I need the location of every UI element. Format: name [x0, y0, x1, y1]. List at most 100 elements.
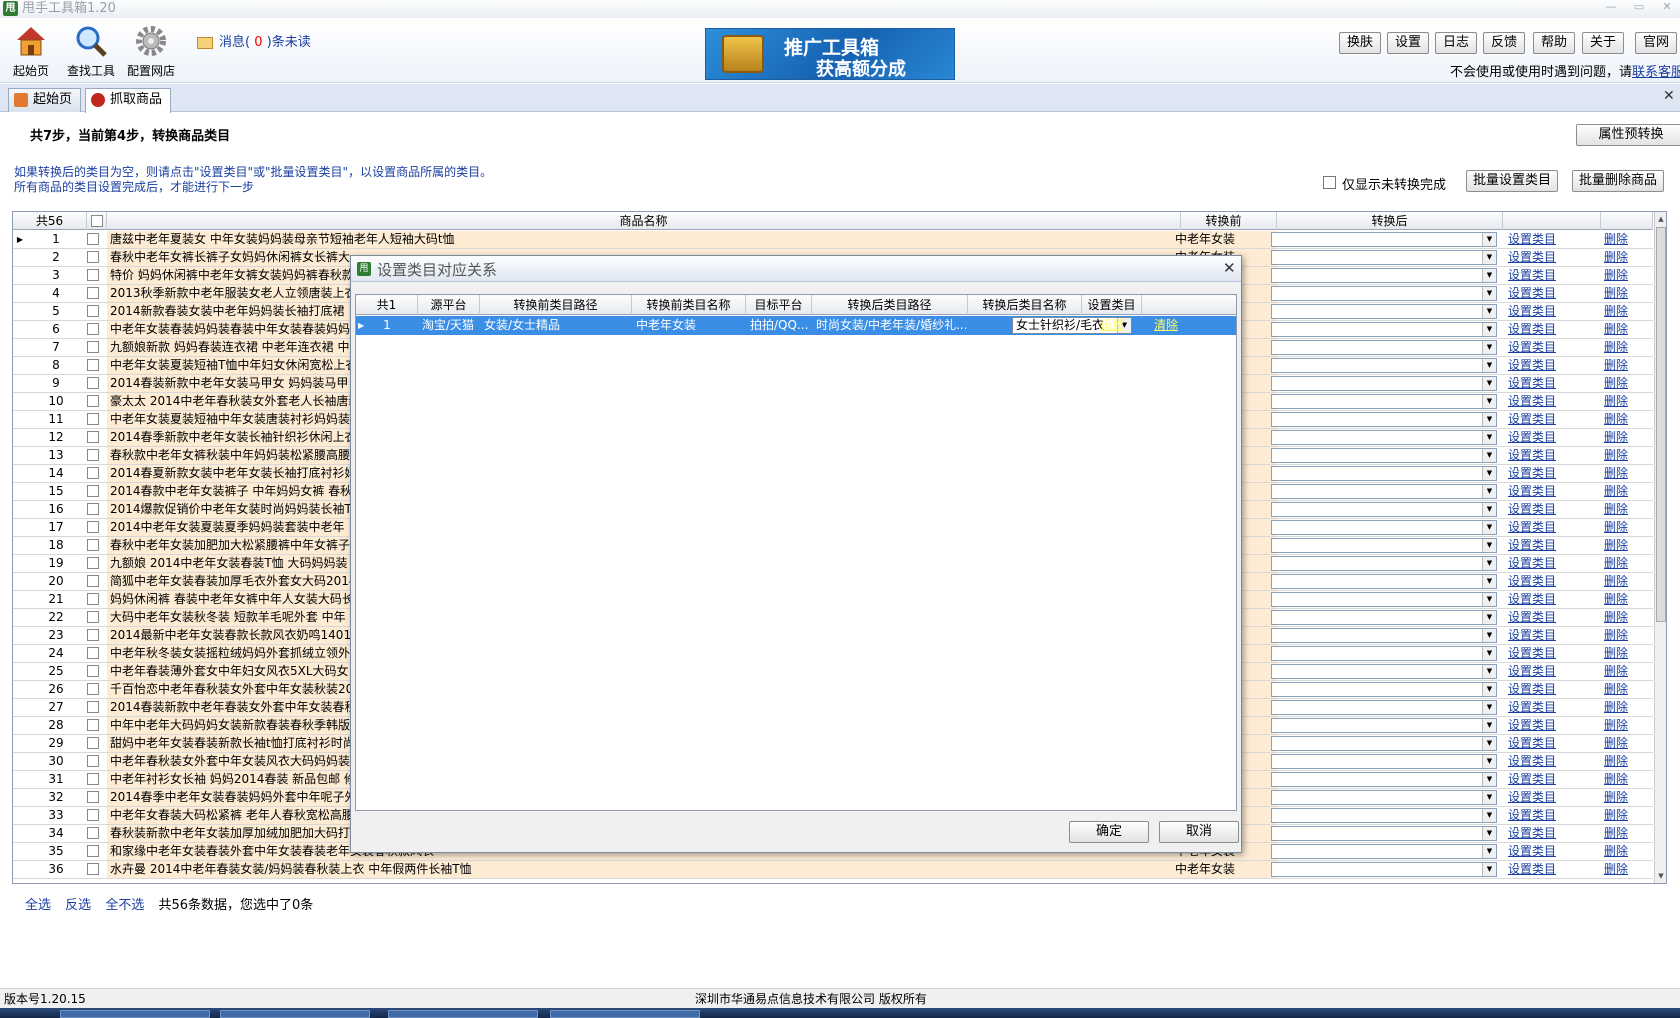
after-category-select[interactable]: ▼	[1271, 376, 1497, 391]
after-category-select[interactable]: ▼	[1271, 790, 1497, 805]
delete-link[interactable]: 删除	[1604, 681, 1644, 698]
row-checkbox[interactable]	[87, 269, 99, 281]
row-checkbox[interactable]	[87, 323, 99, 335]
row-checkbox[interactable]	[87, 737, 99, 749]
set-category-link[interactable]: 设置类目	[1506, 609, 1576, 626]
after-category-select[interactable]: ▼	[1271, 628, 1497, 643]
delete-link[interactable]: 删除	[1604, 465, 1644, 482]
attribute-preconvert-button[interactable]: 属性预转换	[1576, 124, 1680, 146]
chevron-down-icon[interactable]: ▼	[1482, 359, 1496, 372]
row-checkbox[interactable]	[87, 485, 99, 497]
only-untranslated-checkbox[interactable]	[1323, 176, 1336, 189]
log-button[interactable]: 日志	[1435, 32, 1477, 54]
delete-link[interactable]: 删除	[1604, 303, 1644, 320]
delete-link[interactable]: 删除	[1604, 825, 1644, 842]
dlg-set-link[interactable]: 设置	[1082, 316, 1142, 335]
row-checkbox[interactable]	[87, 305, 99, 317]
set-category-link[interactable]: 设置类目	[1506, 861, 1576, 878]
set-category-link[interactable]: 设置类目	[1506, 411, 1576, 428]
chevron-down-icon[interactable]: ▼	[1482, 647, 1496, 660]
set-category-link[interactable]: 设置类目	[1506, 267, 1576, 284]
taskbar-item[interactable]	[550, 1010, 700, 1018]
row-checkbox[interactable]	[87, 629, 99, 641]
set-category-link[interactable]: 设置类目	[1506, 843, 1576, 860]
delete-link[interactable]: 删除	[1604, 609, 1644, 626]
delete-link[interactable]: 删除	[1604, 249, 1644, 266]
row-checkbox[interactable]	[87, 611, 99, 623]
delete-link[interactable]: 删除	[1604, 501, 1644, 518]
message-notice[interactable]: 消息( 0 )条未读	[197, 31, 311, 50]
dialog-ok-button[interactable]: 确定	[1069, 821, 1149, 843]
row-checkbox[interactable]	[87, 539, 99, 551]
set-category-link[interactable]: 设置类目	[1506, 573, 1576, 590]
after-category-select[interactable]: ▼	[1271, 862, 1497, 877]
set-category-link[interactable]: 设置类目	[1506, 519, 1576, 536]
set-category-link[interactable]: 设置类目	[1506, 321, 1576, 338]
row-checkbox[interactable]	[87, 287, 99, 299]
after-category-select[interactable]: ▼	[1271, 358, 1497, 373]
delete-link[interactable]: 删除	[1604, 285, 1644, 302]
after-category-select[interactable]: ▼	[1271, 502, 1497, 517]
set-category-link[interactable]: 设置类目	[1506, 663, 1576, 680]
after-category-select[interactable]: ▼	[1271, 772, 1497, 787]
select-all-link[interactable]: 全选	[25, 898, 51, 913]
set-category-link[interactable]: 设置类目	[1506, 789, 1576, 806]
after-category-select[interactable]: ▼	[1271, 466, 1497, 481]
find-tool-button[interactable]: 查找工具	[62, 24, 120, 80]
chevron-down-icon[interactable]: ▼	[1482, 503, 1496, 516]
set-category-link[interactable]: 设置类目	[1506, 555, 1576, 572]
dialog-close-icon[interactable]: ✕	[1223, 259, 1236, 277]
delete-link[interactable]: 删除	[1604, 483, 1644, 500]
close-window-button[interactable]: ✕	[1656, 0, 1678, 16]
chevron-down-icon[interactable]: ▼	[1482, 341, 1496, 354]
after-category-select[interactable]: ▼	[1271, 826, 1497, 841]
delete-link[interactable]: 删除	[1604, 447, 1644, 464]
chevron-down-icon[interactable]: ▼	[1482, 863, 1496, 876]
taskbar-item[interactable]	[388, 1010, 538, 1018]
delete-link[interactable]: 删除	[1604, 807, 1644, 824]
delete-link[interactable]: 删除	[1604, 231, 1644, 248]
chevron-down-icon[interactable]: ▼	[1482, 449, 1496, 462]
taskbar-item[interactable]	[220, 1010, 370, 1018]
promo-banner[interactable]: 推广工具箱 获高额分成	[705, 28, 955, 80]
maximize-button[interactable]: ▭	[1628, 0, 1650, 16]
after-category-select[interactable]: ▼	[1271, 664, 1497, 679]
after-category-select[interactable]: ▼	[1271, 682, 1497, 697]
after-category-select[interactable]: ▼	[1271, 844, 1497, 859]
chevron-down-icon[interactable]: ▼	[1482, 611, 1496, 624]
row-checkbox[interactable]	[87, 809, 99, 821]
config-shop-button[interactable]: 配置网店	[122, 24, 180, 80]
set-category-link[interactable]: 设置类目	[1506, 627, 1576, 644]
after-category-select[interactable]: ▼	[1271, 736, 1497, 751]
chevron-down-icon[interactable]: ▼	[1482, 431, 1496, 444]
chevron-down-icon[interactable]: ▼	[1482, 251, 1496, 264]
chevron-down-icon[interactable]: ▼	[1482, 593, 1496, 606]
row-checkbox[interactable]	[87, 647, 99, 659]
chevron-down-icon[interactable]: ▼	[1482, 287, 1496, 300]
after-category-select[interactable]: ▼	[1271, 430, 1497, 445]
close-tab-icon[interactable]: ✕	[1663, 88, 1675, 104]
scroll-down-icon[interactable]: ▼	[1655, 869, 1666, 883]
row-checkbox[interactable]	[87, 557, 99, 569]
row-checkbox[interactable]	[87, 665, 99, 677]
after-category-select[interactable]: ▼	[1271, 592, 1497, 607]
chevron-down-icon[interactable]: ▼	[1482, 791, 1496, 804]
row-checkbox[interactable]	[87, 575, 99, 587]
row-checkbox[interactable]	[87, 773, 99, 785]
chevron-down-icon[interactable]: ▼	[1482, 629, 1496, 642]
delete-link[interactable]: 删除	[1604, 393, 1644, 410]
row-checkbox[interactable]	[87, 701, 99, 713]
chevron-down-icon[interactable]: ▼	[1482, 269, 1496, 282]
contact-service-link[interactable]: 联系客服	[1632, 65, 1680, 80]
website-button[interactable]: 官网	[1635, 32, 1677, 54]
delete-link[interactable]: 删除	[1604, 789, 1644, 806]
table-row[interactable]: 36 水卉曼 2014中老年春装女装/妈妈装春秋装上衣 中年假两件长袖T恤 中老年女…	[13, 861, 1653, 879]
chevron-down-icon[interactable]: ▼	[1482, 521, 1496, 534]
delete-link[interactable]: 删除	[1604, 735, 1644, 752]
delete-link[interactable]: 删除	[1604, 555, 1644, 572]
delete-link[interactable]: 删除	[1604, 843, 1644, 860]
vertical-scrollbar[interactable]: ▲ ▼	[1654, 212, 1666, 883]
settings-button[interactable]: 设置	[1387, 32, 1429, 54]
set-category-link[interactable]: 设置类目	[1506, 393, 1576, 410]
dialog-cancel-button[interactable]: 取消	[1159, 821, 1239, 843]
